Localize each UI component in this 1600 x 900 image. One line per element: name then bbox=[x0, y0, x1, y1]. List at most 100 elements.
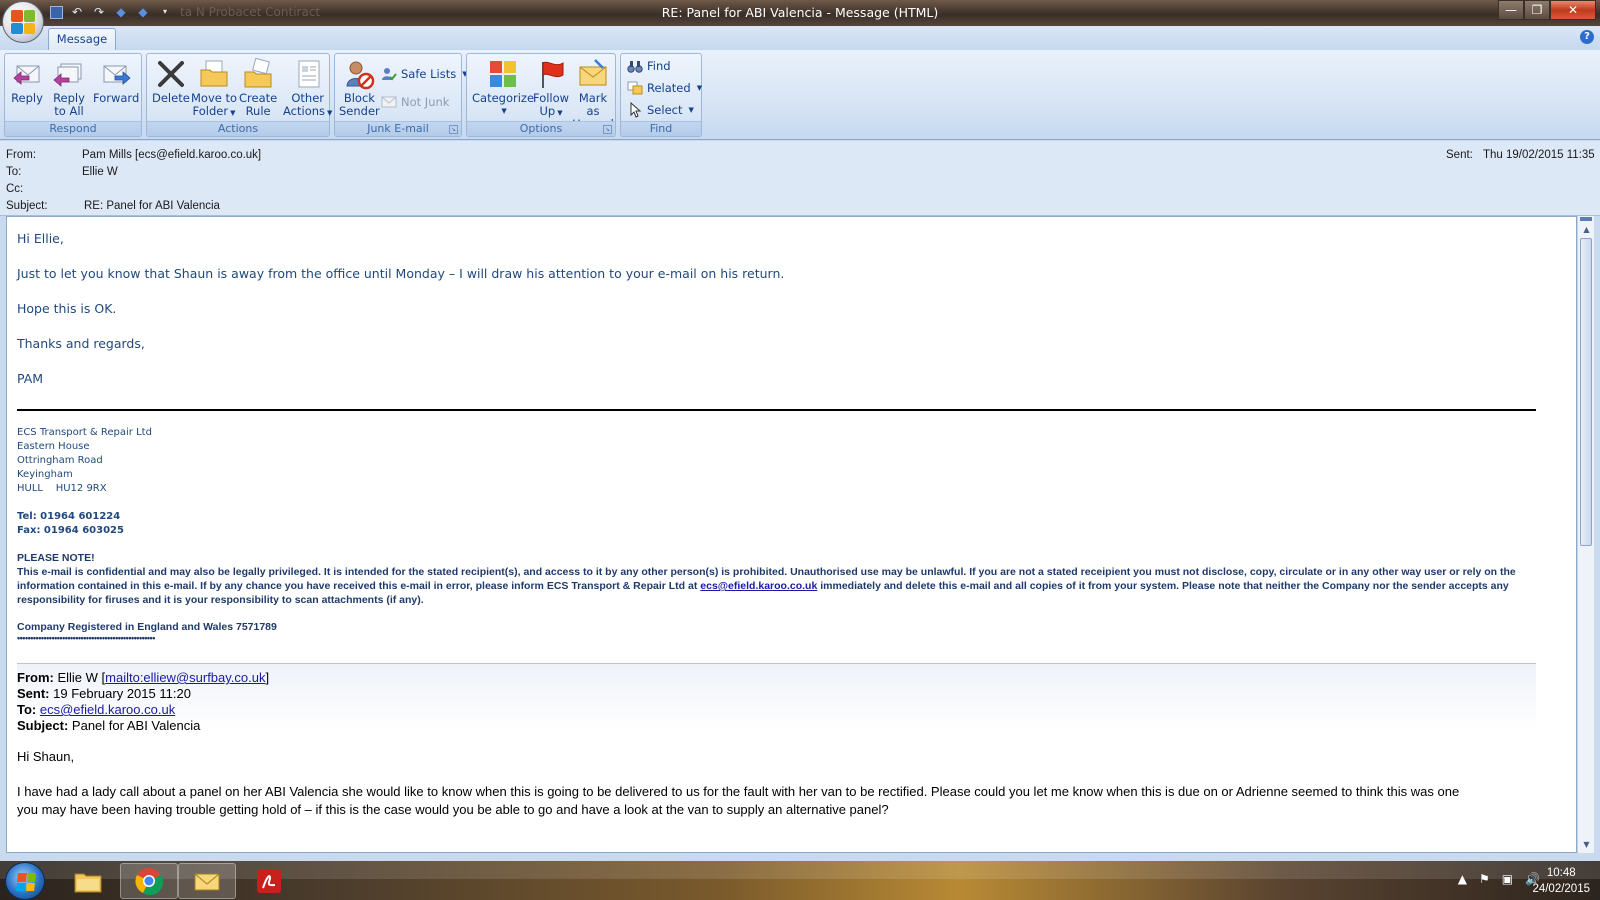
split-handle[interactable] bbox=[1580, 217, 1592, 221]
create-rule-button[interactable]: Create Rule bbox=[239, 57, 277, 118]
options-dialog-launcher-icon[interactable]: ↘ bbox=[603, 125, 612, 134]
original-body-line-1: I have had a lady call about a panel on … bbox=[17, 784, 1460, 799]
taskbar-explorer[interactable] bbox=[59, 863, 117, 899]
find-button[interactable]: Find bbox=[627, 58, 671, 74]
forward-label: Forward bbox=[93, 91, 140, 105]
follow-up-button[interactable]: Follow Up ▼ bbox=[533, 58, 569, 120]
scroll-up-arrow-icon[interactable]: ▲ bbox=[1578, 222, 1595, 238]
delete-button[interactable]: Delete bbox=[152, 58, 190, 105]
signature-address-1: Eastern House bbox=[17, 441, 90, 452]
signature-divider bbox=[17, 409, 1536, 411]
follow-up-label-2: Up bbox=[539, 104, 556, 118]
cursor-icon bbox=[627, 101, 643, 118]
group-find: Find Related ▼ Select ▼ Find bbox=[620, 53, 702, 137]
vertical-scrollbar[interactable]: ▲ ▼ bbox=[1577, 216, 1594, 853]
other-actions-button[interactable]: Other Actions ▼ bbox=[283, 58, 332, 120]
reply-line-1: Just to let you know that Shaun is away … bbox=[17, 266, 785, 281]
create-rule-label-2: Rule bbox=[245, 104, 271, 118]
block-sender-button[interactable]: Block Sender bbox=[339, 58, 380, 118]
not-junk-label: Not Junk bbox=[401, 95, 450, 109]
forward-icon bbox=[100, 58, 132, 90]
delete-x-icon bbox=[155, 58, 187, 90]
office-button[interactable] bbox=[2, 1, 44, 43]
dropdown-caret-icon: ▼ bbox=[230, 109, 236, 117]
taskbar: ▲ ⚑ ▣ 🔊 10:48 24/02/2015 bbox=[0, 861, 1600, 900]
taskbar-adobe-reader[interactable] bbox=[240, 863, 298, 899]
original-to-link[interactable]: ecs@efield.karoo.co.uk bbox=[40, 702, 175, 717]
signature-address-3: Keyingham bbox=[17, 469, 73, 480]
original-to-label: To: bbox=[17, 702, 37, 717]
block-sender-icon bbox=[343, 58, 375, 90]
confidentiality-notice: This e-mail is confidential and may also… bbox=[17, 565, 1527, 607]
reply-all-button[interactable]: Reply to All bbox=[53, 58, 85, 118]
original-from-bracket: ] bbox=[265, 670, 270, 685]
group-label-junk-email: Junk E-mail bbox=[335, 121, 461, 136]
group-options: Categorize ▼ Follow Up▼ Mark as Unread O… bbox=[466, 53, 616, 137]
maximize-button[interactable]: ❐ bbox=[1524, 0, 1550, 20]
cc-label: Cc: bbox=[6, 183, 24, 195]
not-junk-button[interactable]: Not Junk bbox=[381, 94, 449, 110]
find-label: Find bbox=[647, 59, 671, 73]
original-from: From: Ellie W [mailto:elliew@surfbay.co.… bbox=[17, 670, 269, 685]
group-label-find: Find bbox=[621, 121, 701, 136]
move-to-folder-button[interactable]: Move to Folder ▼ bbox=[191, 58, 237, 120]
related-button[interactable]: Related ▼ bbox=[627, 80, 702, 96]
sent-value: Thu 19/02/2015 11:35 bbox=[1483, 149, 1595, 161]
original-sent-value: 19 February 2015 11:20 bbox=[53, 686, 191, 701]
folder-icon bbox=[73, 866, 103, 896]
categorize-icon bbox=[487, 58, 519, 90]
help-icon[interactable]: ? bbox=[1580, 30, 1594, 44]
windows-logo-icon bbox=[16, 873, 36, 891]
create-rule-icon bbox=[242, 57, 274, 90]
scroll-down-arrow-icon[interactable]: ▼ bbox=[1578, 837, 1595, 853]
to-value[interactable]: Ellie W bbox=[82, 166, 118, 178]
dropdown-caret-icon: ▼ bbox=[557, 109, 563, 117]
dropdown-caret-icon: ▼ bbox=[501, 107, 507, 115]
safe-lists-button[interactable]: Safe Lists ▼ bbox=[381, 66, 468, 82]
from-value[interactable]: Pam Mills [ecs@efield.karoo.co.uk] bbox=[82, 149, 261, 161]
taskbar-outlook[interactable] bbox=[178, 863, 236, 899]
sent-label: Sent: bbox=[1446, 149, 1473, 161]
original-from-name: Ellie W [ bbox=[57, 670, 106, 685]
original-from-link[interactable]: mailto:elliew@surfbay.co.uk bbox=[105, 670, 265, 685]
junk-dialog-launcher-icon[interactable]: ↘ bbox=[449, 125, 458, 134]
reply-signoff: PAM bbox=[17, 371, 44, 386]
original-greeting: Hi Shaun, bbox=[17, 749, 75, 764]
close-button[interactable]: ✕ bbox=[1550, 0, 1596, 20]
show-hidden-icons-icon[interactable]: ▲ bbox=[1458, 872, 1467, 886]
not-junk-icon bbox=[381, 94, 397, 110]
signature-address-2: Ottringham Road bbox=[17, 455, 103, 466]
binoculars-icon bbox=[627, 58, 643, 74]
start-button[interactable] bbox=[5, 862, 45, 900]
original-body-line-2: you may have been having trouble getting… bbox=[17, 802, 889, 817]
block-sender-label-2: Sender bbox=[339, 104, 380, 118]
related-label: Related bbox=[647, 81, 691, 95]
ribbon: Reply Reply to All Forward Respond Delet… bbox=[0, 50, 1600, 140]
reply-greeting: Hi Ellie, bbox=[17, 231, 64, 246]
minimize-button[interactable]: — bbox=[1498, 0, 1524, 20]
pdf-icon bbox=[254, 866, 284, 896]
subject-value: RE: Panel for ABI Valencia bbox=[84, 200, 220, 212]
notice-email-link[interactable]: ecs@efield.karoo.co.uk bbox=[700, 580, 817, 592]
network-icon[interactable]: ▣ bbox=[1502, 872, 1513, 886]
select-label: Select bbox=[647, 103, 683, 117]
group-actions: Delete Move to Folder ▼ Create Rule Other… bbox=[146, 53, 332, 137]
group-respond: Reply Reply to All Forward Respond bbox=[4, 53, 142, 137]
original-sent-label: Sent: bbox=[17, 686, 50, 701]
move-to-folder-label-2: Folder bbox=[192, 104, 229, 118]
categorize-button[interactable]: Categorize ▼ bbox=[472, 58, 534, 118]
reply-button[interactable]: Reply bbox=[11, 58, 43, 105]
original-subject-value: Panel for ABI Valencia bbox=[71, 718, 201, 733]
select-button[interactable]: Select ▼ bbox=[627, 101, 694, 118]
safe-lists-label: Safe Lists bbox=[401, 67, 457, 81]
scroll-thumb[interactable] bbox=[1580, 238, 1592, 546]
action-center-flag-icon[interactable]: ⚑ bbox=[1479, 872, 1490, 886]
tab-message[interactable]: Message bbox=[48, 28, 116, 50]
group-label-options: Options bbox=[467, 121, 615, 136]
message-body[interactable]: Hi Ellie, Just to let you know that Shau… bbox=[6, 216, 1577, 853]
reply-all-label-2: to All bbox=[54, 104, 84, 118]
forward-button[interactable]: Forward bbox=[93, 58, 139, 105]
taskbar-chrome[interactable] bbox=[120, 863, 178, 899]
clock[interactable]: 10:48 24/02/2015 bbox=[1532, 865, 1590, 897]
message-header: From: Pam Mills [ecs@efield.karoo.co.uk]… bbox=[0, 141, 1600, 216]
